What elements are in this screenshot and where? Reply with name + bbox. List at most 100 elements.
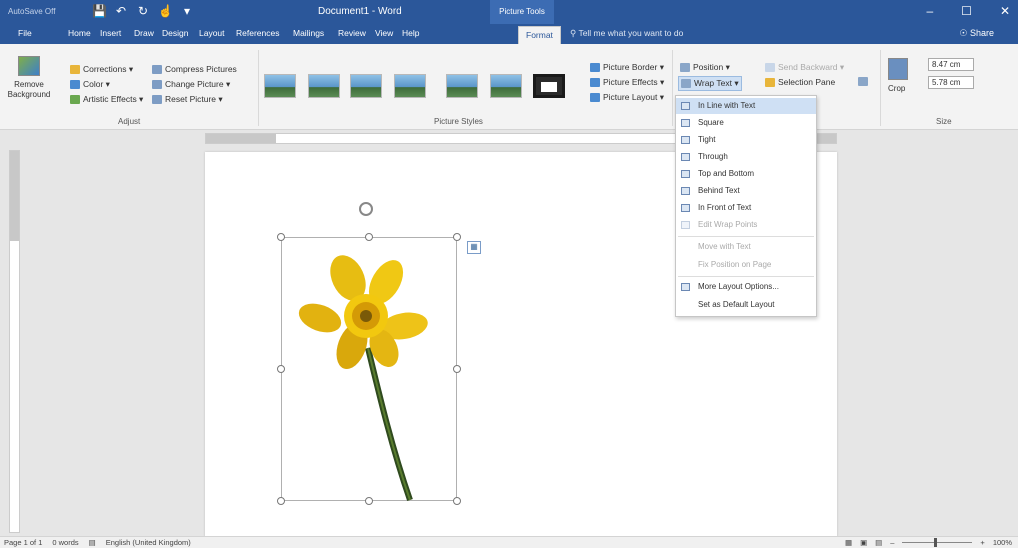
compress-label: Compress Pictures xyxy=(165,64,237,74)
picture-style-6[interactable] xyxy=(490,74,522,98)
picture-layout-label: Picture Layout ▾ xyxy=(603,92,664,102)
corrections-button[interactable]: Corrections ▾ xyxy=(70,64,133,75)
tab-draw[interactable]: Draw xyxy=(134,28,154,38)
tab-references[interactable]: References xyxy=(236,28,279,38)
resize-handle-ne[interactable] xyxy=(453,233,461,241)
menu-item-label: More Layout Options... xyxy=(698,282,779,291)
tab-insert[interactable]: Insert xyxy=(100,28,121,38)
menu-item-more-layout-options[interactable]: More Layout Options... xyxy=(676,279,816,295)
tab-home[interactable]: Home xyxy=(68,28,91,38)
zoom-level[interactable]: 100% xyxy=(993,538,1012,547)
tab-help[interactable]: Help xyxy=(402,28,419,38)
maximize-button[interactable]: ☐ xyxy=(961,4,972,18)
picture-border-icon xyxy=(590,63,600,72)
menu-item-label: In Front of Text xyxy=(698,203,752,212)
resize-handle-e[interactable] xyxy=(453,365,461,373)
corrections-icon xyxy=(70,65,80,74)
crop-label[interactable]: Crop xyxy=(888,84,905,93)
print-layout-icon[interactable]: ▣ xyxy=(860,538,867,547)
vertical-ruler[interactable] xyxy=(9,150,20,533)
tab-file[interactable]: File xyxy=(18,28,32,38)
tab-layout[interactable]: Layout xyxy=(199,28,225,38)
crop-icon[interactable] xyxy=(888,58,908,80)
picture-style-5[interactable] xyxy=(446,74,478,98)
zoom-in-button[interactable]: + xyxy=(980,538,984,547)
menu-item-in-front-of-text[interactable]: In Front of Text xyxy=(676,200,816,216)
minimize-button[interactable]: – xyxy=(926,4,933,18)
picture-style-2[interactable] xyxy=(308,74,340,98)
wrap-text-label: Wrap Text ▾ xyxy=(694,78,739,88)
change-picture-button[interactable]: Change Picture ▾ xyxy=(152,79,230,90)
menu-item-set-default-layout[interactable]: Set as Default Layout xyxy=(676,297,816,313)
rotate-handle[interactable] xyxy=(359,202,373,216)
proofing-icon[interactable]: ▤ xyxy=(89,538,96,547)
menu-item-label: Edit Wrap Points xyxy=(698,220,758,229)
tab-view[interactable]: View xyxy=(375,28,393,38)
tab-format[interactable]: Format xyxy=(518,26,561,44)
zoom-slider[interactable] xyxy=(902,538,973,547)
undo-icon[interactable]: ↶ xyxy=(114,4,128,18)
menu-item-through[interactable]: Through xyxy=(676,149,816,165)
compress-pictures-button[interactable]: Compress Pictures xyxy=(152,64,237,74)
resize-handle-w[interactable] xyxy=(277,365,285,373)
picture-effects-label: Picture Effects ▾ xyxy=(603,77,665,87)
vertical-scrollbar[interactable] xyxy=(1006,146,1018,536)
picture-effects-button[interactable]: Picture Effects ▾ xyxy=(590,77,664,88)
autosave-label[interactable]: AutoSave Off xyxy=(8,7,55,16)
zoom-out-button[interactable]: – xyxy=(890,538,894,547)
wrap-text-button[interactable]: Wrap Text ▾ xyxy=(678,76,742,91)
resize-handle-n[interactable] xyxy=(365,233,373,241)
change-picture-label: Change Picture ▾ xyxy=(165,79,231,89)
resize-handle-se[interactable] xyxy=(453,497,461,505)
tab-review[interactable]: Review xyxy=(338,28,366,38)
position-button[interactable]: Position ▾ xyxy=(680,62,730,73)
width-field[interactable]: 5.78 cm xyxy=(928,76,974,89)
customize-qat-icon[interactable]: ▾ xyxy=(180,4,194,18)
rotate-button[interactable] xyxy=(858,77,868,86)
word-count[interactable]: 0 words xyxy=(52,538,78,547)
touch-mode-icon[interactable]: ☝ xyxy=(158,4,173,18)
layout-options-icon[interactable]: ▦ xyxy=(467,241,481,254)
selection-pane-button[interactable]: Selection Pane xyxy=(765,77,835,87)
menu-item-square[interactable]: Square xyxy=(676,115,816,131)
menu-item-label: Fix Position on Page xyxy=(698,260,772,269)
page-count[interactable]: Page 1 of 1 xyxy=(4,538,42,547)
send-backward-button[interactable]: Send Backward ▾ xyxy=(765,62,844,73)
in-line-icon xyxy=(681,102,690,110)
save-icon[interactable]: 💾 xyxy=(92,4,107,18)
picture-border-button[interactable]: Picture Border ▾ xyxy=(590,62,664,73)
divider xyxy=(672,50,673,126)
in-front-icon xyxy=(681,204,690,212)
color-label: Color ▾ xyxy=(83,79,110,89)
artistic-effects-button[interactable]: Artistic Effects ▾ xyxy=(70,94,143,105)
close-button[interactable]: ✕ xyxy=(1000,4,1010,18)
resize-handle-sw[interactable] xyxy=(277,497,285,505)
menu-item-tight[interactable]: Tight xyxy=(676,132,816,148)
picture-style-1[interactable] xyxy=(264,74,296,98)
resize-handle-s[interactable] xyxy=(365,497,373,505)
menu-item-in-line-with-text[interactable]: In Line with Text xyxy=(676,98,816,114)
tab-mailings[interactable]: Mailings xyxy=(293,28,324,38)
picture-layout-button[interactable]: Picture Layout ▾ xyxy=(590,92,664,103)
tab-design[interactable]: Design xyxy=(162,28,188,38)
send-backward-icon xyxy=(765,63,775,72)
redo-icon[interactable]: ↻ xyxy=(136,4,150,18)
remove-background-button[interactable]: Remove Background xyxy=(4,56,54,100)
tell-me-search[interactable]: ⚲ Tell me what you want to do xyxy=(570,28,683,39)
read-mode-icon[interactable]: ▦ xyxy=(845,538,852,547)
web-layout-icon[interactable]: ▤ xyxy=(875,538,882,547)
color-button[interactable]: Color ▾ xyxy=(70,79,110,90)
picture-style-4[interactable] xyxy=(394,74,426,98)
tell-me-text: Tell me what you want to do xyxy=(578,28,684,38)
picture-style-3[interactable] xyxy=(350,74,382,98)
wrap-text-icon xyxy=(681,79,691,88)
height-field[interactable]: 8.47 cm xyxy=(928,58,974,71)
picture-style-7[interactable] xyxy=(533,74,565,98)
language[interactable]: English (United Kingdom) xyxy=(106,538,191,547)
menu-item-top-and-bottom[interactable]: Top and Bottom xyxy=(676,166,816,182)
resize-handle-nw[interactable] xyxy=(277,233,285,241)
reset-picture-button[interactable]: Reset Picture ▾ xyxy=(152,94,223,105)
selected-picture[interactable] xyxy=(281,237,457,501)
share-button[interactable]: ☉ Share xyxy=(959,28,994,39)
menu-item-behind-text[interactable]: Behind Text xyxy=(676,183,816,199)
